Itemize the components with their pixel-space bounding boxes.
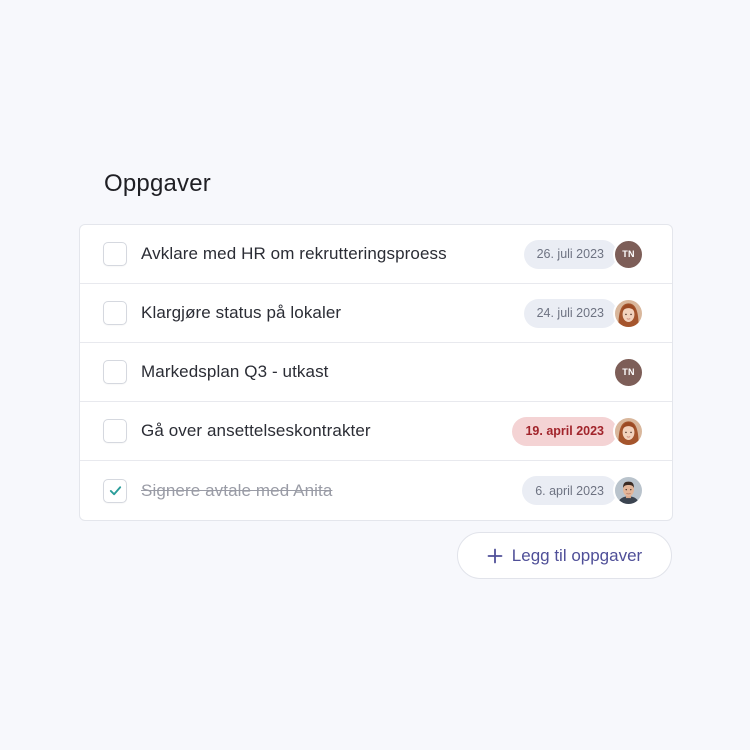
task-meta: 6. april 2023 (522, 475, 644, 506)
avatar[interactable]: TN (613, 356, 644, 388)
page-title: Oppgaver (104, 170, 211, 197)
task-title: Markedsplan Q3 - utkast (141, 362, 329, 381)
task-meta: TN (613, 356, 644, 388)
task-checkbox[interactable] (103, 360, 127, 384)
task-checkbox[interactable] (103, 419, 127, 443)
avatar[interactable] (613, 475, 644, 506)
task-meta: 26. juli 2023 TN (523, 238, 644, 270)
task-row[interactable]: Markedsplan Q3 - utkast TN (80, 343, 672, 402)
woman-avatar-icon (615, 417, 642, 445)
tasks-page: Oppgaver Avklare med HR om rekrutterings… (0, 0, 750, 750)
task-checkbox[interactable] (103, 301, 127, 325)
add-task-button[interactable]: Legg til oppgaver (457, 532, 672, 579)
avatar[interactable]: TN (613, 238, 644, 270)
avatar[interactable] (613, 297, 644, 329)
plus-icon (487, 548, 503, 563)
task-title: Signere avtale med Anita (141, 480, 333, 500)
task-row[interactable]: Gå over ansettelseskontrakter 19. april … (80, 402, 672, 461)
task-title: Avklare med HR om rekrutteringsproess (141, 244, 447, 263)
task-list: Avklare med HR om rekrutteringsproess 26… (79, 224, 673, 521)
due-date-badge: 6. april 2023 (522, 476, 617, 505)
task-meta: 19. april 2023 (512, 415, 644, 447)
task-row[interactable]: Signere avtale med Anita 6. april 2023 (80, 461, 672, 520)
due-date-badge: 26. juli 2023 (523, 239, 617, 269)
man-avatar-icon (615, 477, 642, 504)
task-checkbox[interactable] (103, 478, 127, 503)
avatar[interactable] (613, 415, 644, 447)
task-checkbox[interactable] (103, 242, 127, 266)
task-title: Gå over ansettelseskontrakter (141, 421, 371, 440)
due-date-badge: 19. april 2023 (512, 416, 617, 446)
woman-avatar-icon (615, 299, 642, 327)
task-row[interactable]: Avklare med HR om rekrutteringsproess 26… (80, 225, 672, 284)
task-row[interactable]: Klargjøre status på lokaler 24. juli 202… (80, 284, 672, 343)
add-task-label: Legg til oppgaver (511, 545, 643, 565)
task-meta: 24. juli 2023 (523, 297, 644, 329)
checkmark-icon (109, 486, 121, 496)
task-title: Klargjøre status på lokaler (141, 303, 342, 322)
due-date-badge: 24. juli 2023 (523, 298, 617, 328)
